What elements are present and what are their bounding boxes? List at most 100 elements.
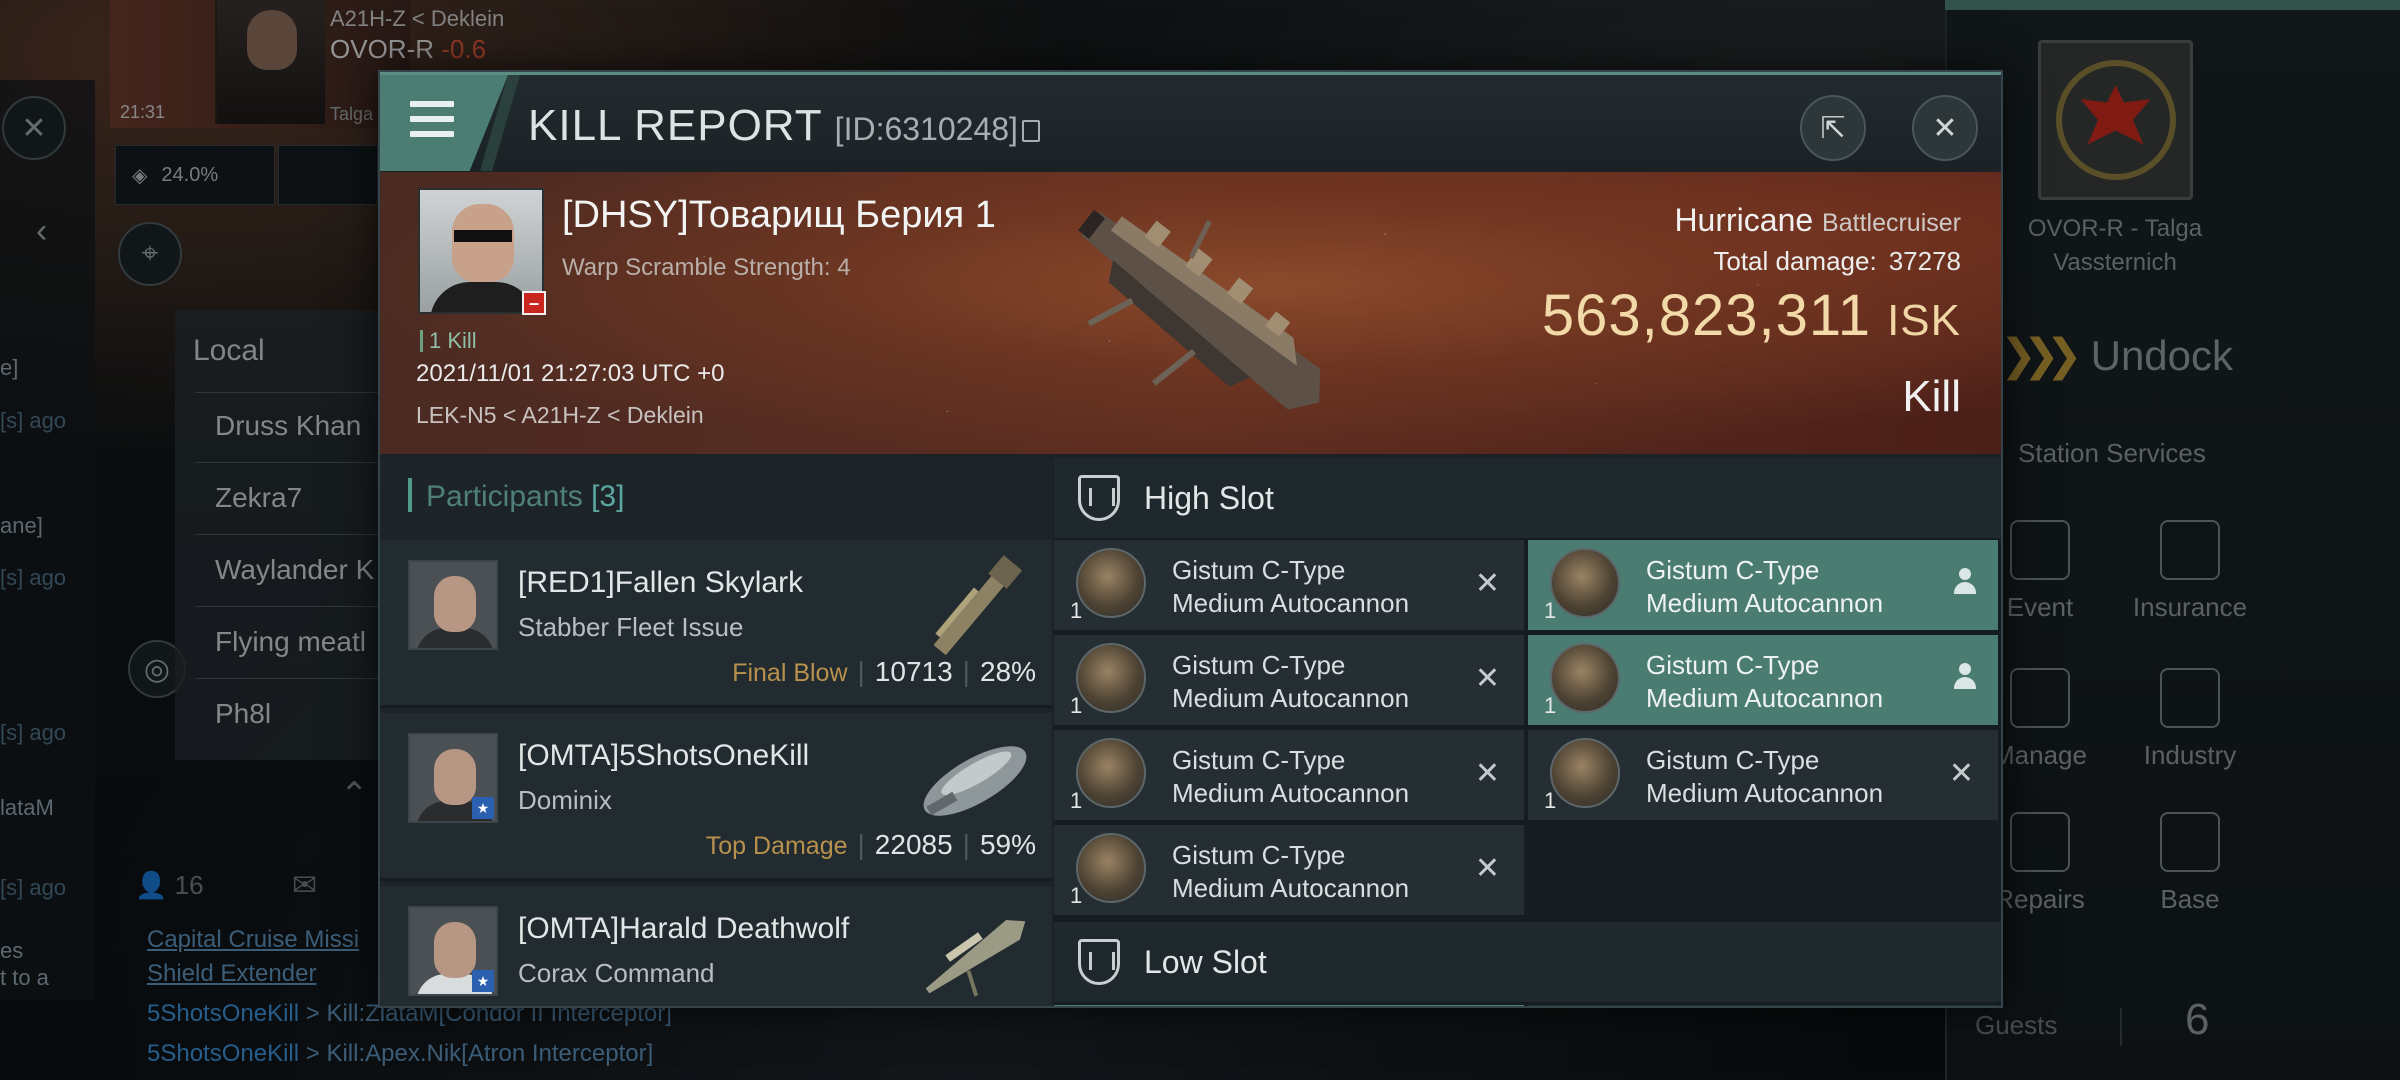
autocannon-icon (1076, 643, 1146, 713)
module-name-line2: Medium Autocannon (1172, 588, 1410, 618)
person-icon (1954, 663, 1976, 691)
module-item[interactable]: 1 Gistum C-Type Medium Autocannon ✕ (1528, 730, 1998, 820)
module-item[interactable]: 1 Gistum C-Type Medium Autocannon (1528, 635, 1998, 725)
victim-ship-type: Hurricane Battlecruiser (1674, 202, 1961, 239)
low-slot-header: Low Slot (1054, 922, 2001, 1002)
ship-name: Hurricane (1674, 202, 1814, 238)
autocannon-icon (1550, 548, 1620, 618)
destroyed-x-icon: ✕ (1474, 757, 1500, 790)
module-name-line1: Gistum C-Type (1646, 745, 1820, 775)
participant-portrait[interactable]: ★ (408, 906, 498, 996)
participant-damage: 10713 (874, 656, 953, 687)
high-slot-header: High Slot (1054, 458, 2001, 538)
module-name: Gistum C-Type Medium Autocannon (1646, 554, 1883, 620)
low-slot-icon (1078, 939, 1120, 985)
low-slot-label: Low Slot (1144, 943, 1267, 980)
kill-id: [ID:6310248] (834, 111, 1018, 147)
autocannon-icon (1076, 833, 1146, 903)
victim-banner: – [DHSY]Товарищ Берия 1 Warp Scramble St… (380, 172, 2001, 454)
module-name-line1: Gistum C-Type (1172, 650, 1346, 680)
participant-percent: 28% (979, 656, 1036, 687)
share-button[interactable]: ⇱ (1800, 95, 1866, 161)
module-item[interactable] (1528, 1005, 1998, 1006)
participant-portrait[interactable] (408, 560, 498, 650)
module-name: Gistum C-Type Medium Autocannon (1172, 649, 1409, 715)
victim-subtitle: Warp Scramble Strength: 4 (562, 254, 851, 281)
participant-name: [OMTA]5ShotsOneKill (518, 739, 810, 772)
participant-damage: 22085 (874, 829, 953, 860)
participants-header: Participants [3] (408, 478, 624, 514)
kill-report-modal: KILL REPORT [ID:6310248] ⇱ ✕ – [DHSY]Това… (378, 70, 2003, 1008)
module-name-line2: Medium Autocannon (1646, 683, 1884, 713)
ship-class: Battlecruiser (1822, 209, 1961, 237)
module-quantity: 1 (1544, 693, 1557, 718)
close-icon: ✕ (1932, 111, 1958, 145)
participants-label: Participants (426, 480, 583, 513)
module-name-line2: Medium Autocannon (1172, 683, 1410, 713)
close-button[interactable]: ✕ (1912, 95, 1978, 161)
participant-stats: Top Damage | 22085 | 59% (705, 829, 1036, 860)
total-damage-value: 37278 (1888, 246, 1961, 276)
module-name: Gistum C-Type Medium Autocannon (1172, 554, 1409, 620)
module-quantity: 1 (1070, 788, 1083, 813)
participant-ship-image (925, 919, 1026, 997)
module-quantity: 1 (1544, 598, 1557, 623)
victim-ship-image (1078, 209, 1321, 410)
module-quantity: 1 (1544, 788, 1557, 813)
modal-header: KILL REPORT [ID:6310248] ⇱ ✕ (380, 72, 2001, 172)
total-damage: Total damage: 37278 (1713, 246, 1961, 277)
module-item[interactable]: 1 Gistum C-Type Medium Autocannon ✕ (1054, 635, 1524, 725)
module-name-line2: Medium Autocannon (1172, 778, 1410, 808)
participant-portrait[interactable]: ★ (408, 733, 498, 823)
participants-count: [3] (591, 480, 625, 513)
total-damage-label: Total damage: (1713, 246, 1877, 276)
hamburger-icon (410, 101, 454, 137)
participant-percent: 59% (979, 829, 1036, 860)
module-quantity: 1 (1070, 693, 1083, 718)
module-item[interactable]: 1 Gistum C-Type Medium Autocannon (1528, 540, 1998, 630)
isk-amount: 563,823,311 (1541, 283, 1872, 348)
participant-row[interactable]: ★ [OMTA]5ShotsOneKill Dominix Top Damage… (380, 713, 1052, 881)
participant-tag: Top Damage (705, 832, 848, 860)
kill-result: Kill (1902, 372, 1961, 421)
negative-standing-badge: – (522, 291, 546, 315)
participant-row[interactable]: ★ [OMTA]Harald Deathwolf Corax Command (380, 886, 1052, 1006)
isk-value: 563,823,311 ISK (1542, 282, 1961, 349)
fitting-slots-panel[interactable]: High Slot 1 Gistum C-Type Medium Autocann… (1054, 458, 2001, 1006)
participant-ship: Corax Command (518, 958, 715, 988)
module-item[interactable]: 1 Gistum C-Type Medium Autocannon ✕ (1054, 730, 1524, 820)
autocannon-icon (1550, 738, 1620, 808)
autocannon-icon (1550, 643, 1620, 713)
high-slot-icon (1078, 475, 1120, 521)
victim-name[interactable]: [DHSY]Товарищ Берия 1 (562, 194, 996, 237)
participant-name: [OMTA]Harald Deathwolf (518, 912, 850, 945)
module-name-line1: Gistum C-Type (1646, 555, 1820, 585)
participant-row[interactable]: [RED1]Fallen Skylark Stabber Fleet Issue… (380, 540, 1052, 708)
kill-datetime: 2021/11/01 21:27:03 UTC +0 (416, 360, 725, 387)
module-name-line1: Gistum C-Type (1172, 745, 1346, 775)
participants-panel[interactable]: Participants [3] [RED1]Fallen Skylark St… (380, 458, 1052, 1006)
participant-name: [RED1]Fallen Skylark (518, 566, 804, 599)
module-item[interactable]: 1 Gistum C-Type Medium Autocannon ✕ (1054, 540, 1524, 630)
copy-icon[interactable] (1021, 120, 1040, 142)
module-name-line2: Medium Autocannon (1172, 873, 1410, 903)
module-item[interactable] (1054, 1005, 1524, 1006)
participant-ship: Stabber Fleet Issue (518, 612, 744, 642)
module-quantity: 1 (1070, 598, 1083, 623)
star-icon: ★ (472, 797, 494, 819)
module-name: Gistum C-Type Medium Autocannon (1646, 649, 1883, 715)
kill-location[interactable]: LEK-N5 < A21H-Z < Deklein (416, 402, 704, 429)
destroyed-x-icon: ✕ (1474, 662, 1500, 695)
star-icon: ★ (472, 970, 494, 992)
destroyed-x-icon: ✕ (1474, 567, 1500, 600)
isk-unit: ISK (1887, 296, 1961, 345)
module-name-line1: Gistum C-Type (1172, 840, 1346, 870)
destroyed-x-icon: ✕ (1948, 757, 1974, 790)
participant-tag: Final Blow (732, 659, 848, 687)
autocannon-icon (1076, 738, 1146, 808)
module-item[interactable]: 1 Gistum C-Type Medium Autocannon ✕ (1054, 825, 1524, 915)
module-quantity: 1 (1070, 883, 1083, 908)
module-name-line1: Gistum C-Type (1172, 555, 1346, 585)
destroyed-x-icon: ✕ (1474, 852, 1500, 885)
high-slot-label: High Slot (1144, 479, 1274, 516)
